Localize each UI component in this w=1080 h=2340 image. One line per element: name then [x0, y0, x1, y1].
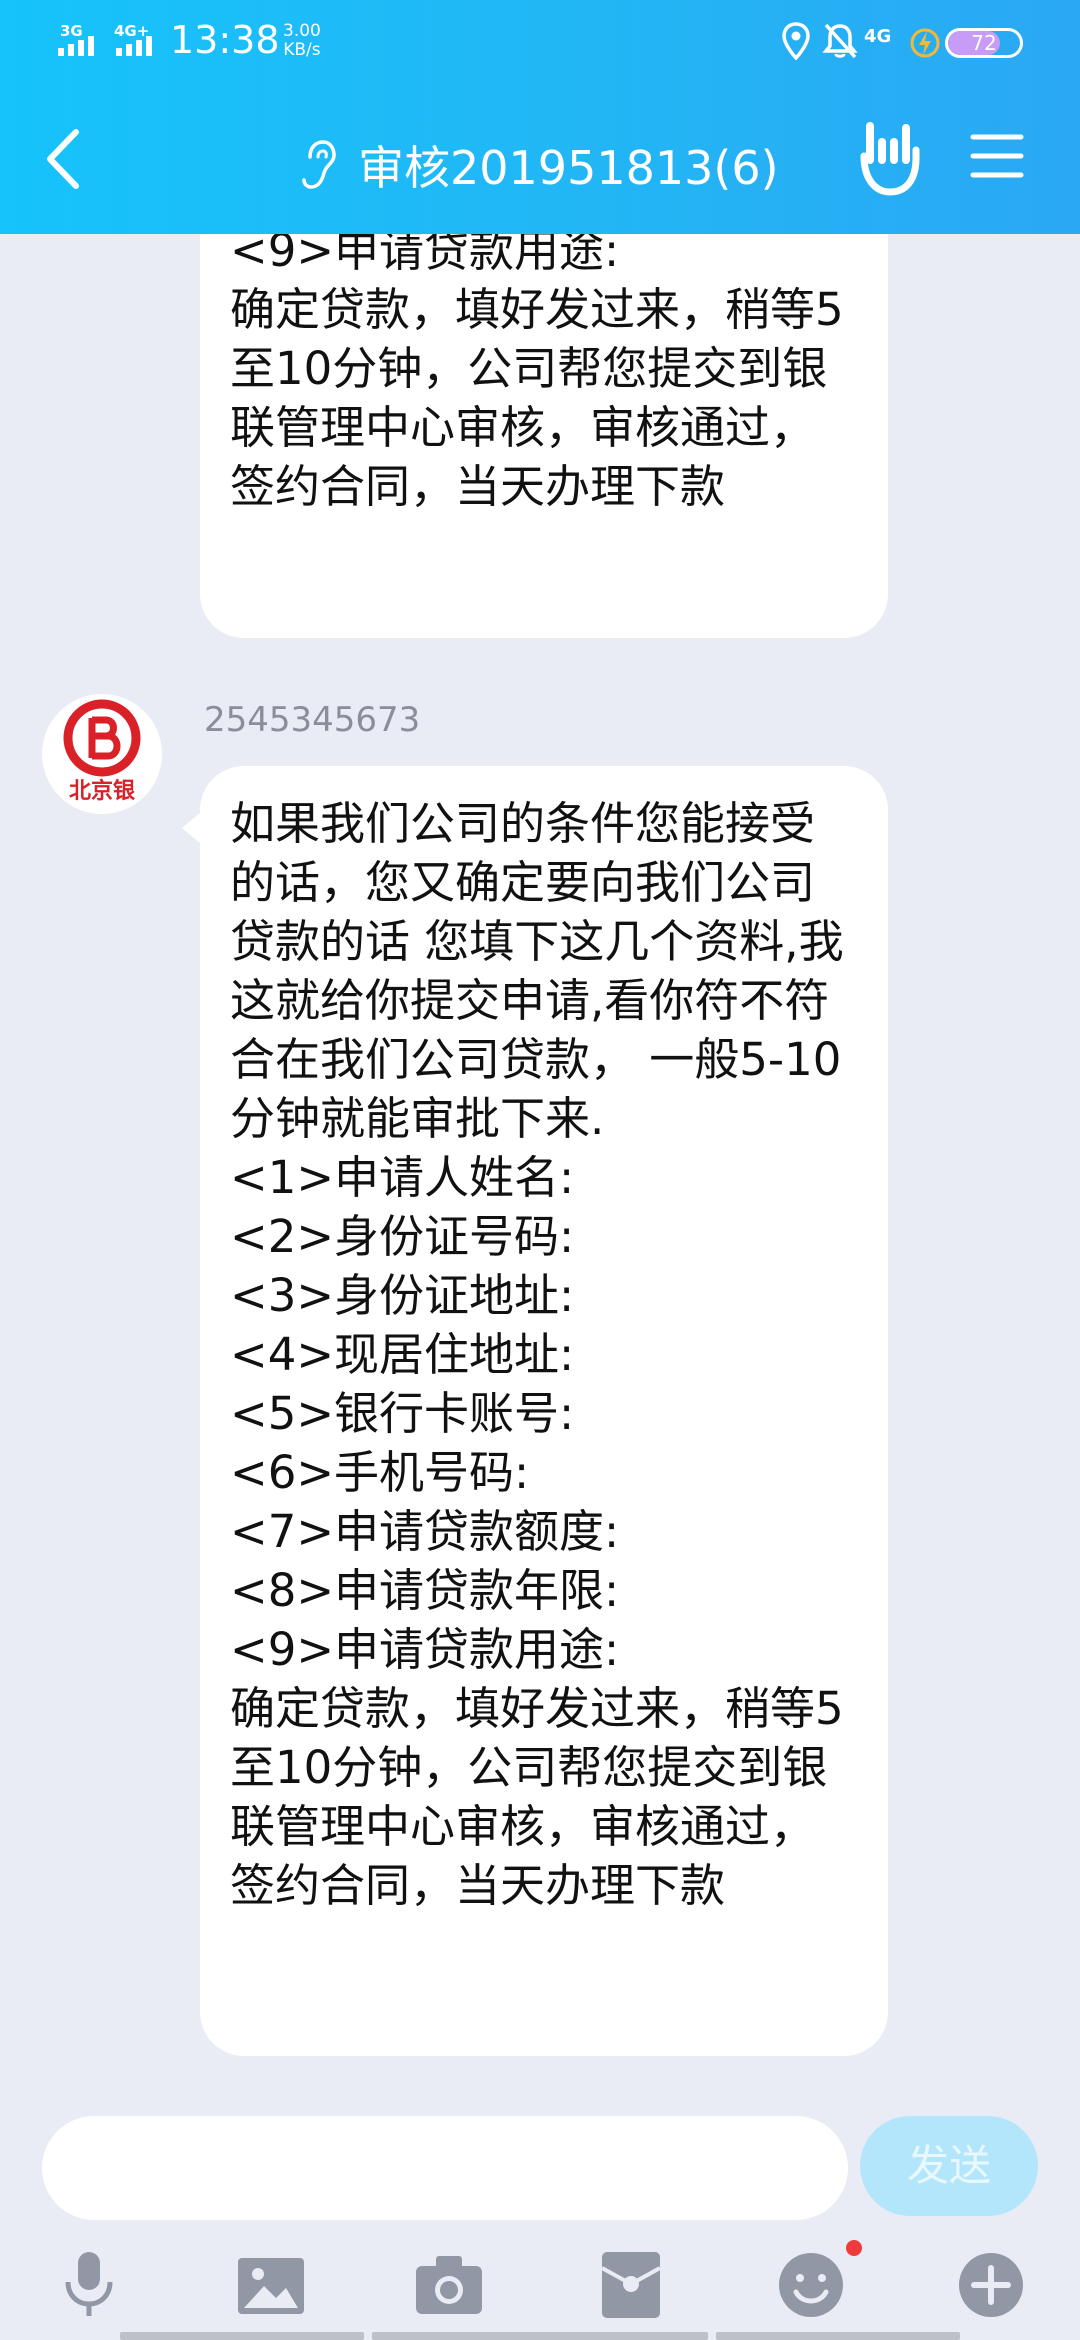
- status-time: 13:38: [170, 18, 280, 62]
- sender-id: 2545345673: [204, 700, 421, 740]
- signal-icon-2: [116, 36, 152, 56]
- network-type-3: 4G: [864, 26, 892, 47]
- microphone-icon[interactable]: [54, 2250, 124, 2320]
- battery-icon: 72: [945, 28, 1023, 58]
- network-speed: 3.00 KB/s: [283, 21, 321, 60]
- back-icon[interactable]: [40, 124, 90, 194]
- title-bar: 审核201951813(6): [0, 84, 1080, 234]
- charging-icon: [910, 28, 940, 58]
- rocker-hand-icon[interactable]: [858, 120, 922, 198]
- panel-scrollbar: [0, 2332, 1080, 2340]
- plus-icon[interactable]: [956, 2250, 1026, 2320]
- camera-icon[interactable]: [414, 2250, 484, 2320]
- avatar[interactable]: 北京银: [42, 694, 162, 814]
- chat-title: 审核201951813(6): [358, 141, 779, 195]
- signal-icon-1: [58, 36, 94, 56]
- notification-dot: [846, 2240, 862, 2256]
- header: 3G 4G+ 13:38 3.00 KB/s 4G 72 审核201951813…: [0, 0, 1080, 234]
- bank-logo-icon: 北京银: [42, 699, 162, 814]
- image-icon[interactable]: [236, 2250, 306, 2320]
- message-bubble[interactable]: 如果我们公司的条件您能接受的话，您又确定要向我们公司贷款的话 您填下这几个资料,…: [182, 766, 888, 2056]
- menu-icon[interactable]: [970, 132, 1024, 180]
- send-button[interactable]: 发送: [860, 2116, 1038, 2216]
- emoji-icon[interactable]: [776, 2250, 846, 2320]
- status-bar: 3G 4G+ 13:38 3.00 KB/s 4G 72: [0, 0, 1080, 84]
- battery-percent: 72: [971, 31, 997, 55]
- red-packet-icon[interactable]: [596, 2250, 666, 2320]
- message-input[interactable]: [42, 2116, 848, 2220]
- chat-title-area[interactable]: 审核201951813(6): [300, 130, 779, 200]
- location-icon: [782, 22, 810, 60]
- earpiece-icon: [302, 140, 336, 189]
- input-area: 发送: [0, 2090, 1080, 2340]
- avatar-text: 北京银: [69, 778, 136, 804]
- mute-bell-icon: [822, 23, 858, 59]
- input-toolbar: [0, 2240, 1080, 2340]
